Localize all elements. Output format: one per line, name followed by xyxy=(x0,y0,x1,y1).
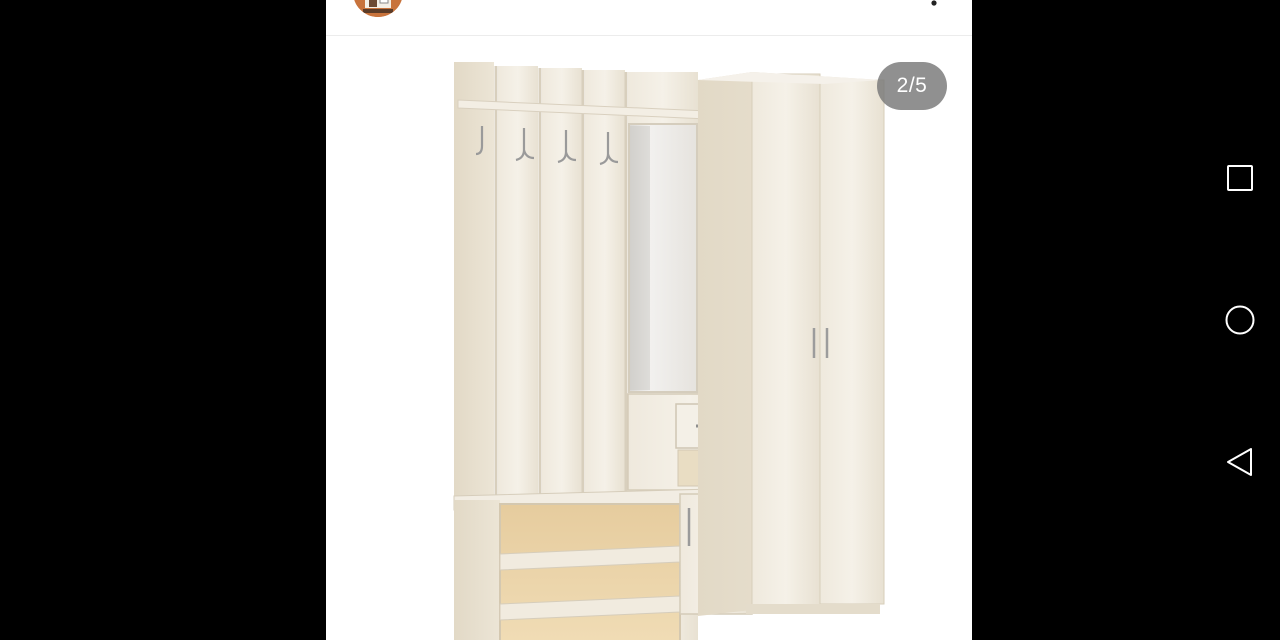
home-button[interactable] xyxy=(1220,300,1260,340)
post-viewer: 2/5 xyxy=(326,0,972,640)
more-vertical-icon[interactable] xyxy=(926,0,942,6)
photo-counter-badge: 2/5 xyxy=(877,62,947,110)
triangle-back-icon xyxy=(1227,448,1252,476)
store-avatar-icon[interactable] xyxy=(353,0,403,17)
back-button[interactable] xyxy=(1220,442,1260,482)
system-nav-bar xyxy=(1200,0,1280,640)
username-fragment[interactable] xyxy=(496,0,556,3)
post-photo[interactable]: 2/5 xyxy=(326,36,972,640)
post-header xyxy=(326,0,972,36)
hallway-furniture-photo xyxy=(453,62,885,640)
square-icon xyxy=(1227,165,1253,191)
screen: 2/5 xyxy=(0,0,1280,640)
circle-icon xyxy=(1225,305,1255,335)
recents-button[interactable] xyxy=(1220,158,1260,198)
